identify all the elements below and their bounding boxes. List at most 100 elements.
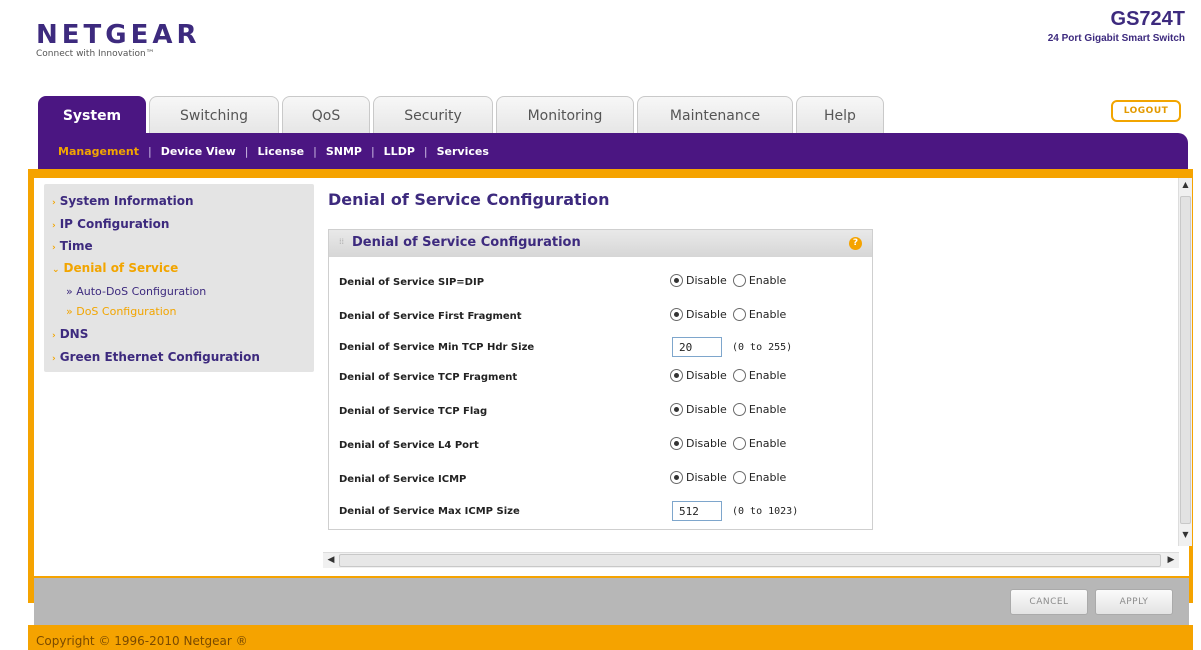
tab-monitoring[interactable]: Monitoring xyxy=(496,96,634,133)
radio-enable[interactable] xyxy=(732,308,746,321)
range-hint: (0 to 255) xyxy=(732,342,793,353)
sidebar-item-label: Time xyxy=(59,239,93,253)
model-name: GS724T xyxy=(1110,8,1185,30)
radio-enable-label: Enable xyxy=(748,369,787,382)
chevron-right-icon: › xyxy=(52,331,56,341)
horizontal-scrollbar[interactable]: ◀ ▶ xyxy=(323,552,1179,568)
logo-tagline: Connect with Innovation™ xyxy=(36,49,155,59)
sidebar-item-ip-configuration[interactable]: › IP Configuration xyxy=(52,217,169,231)
tab-switching[interactable]: Switching xyxy=(149,96,279,133)
radio-enable-label: Enable xyxy=(748,308,787,321)
logo-wordmark: NETGEAR xyxy=(36,20,201,50)
min-tcp-hdr-size-input[interactable] xyxy=(672,337,722,357)
radio-enable-label: Enable xyxy=(748,403,787,416)
radio-disable[interactable] xyxy=(670,403,683,416)
row-label: Denial of Service TCP Fragment xyxy=(339,372,518,383)
netgear-admin-window: NETGEAR Connect with Innovation™ GS724T … xyxy=(10,0,1193,650)
radio-enable[interactable] xyxy=(732,274,746,287)
sidebar-item-green-ethernet[interactable]: › Green Ethernet Configuration xyxy=(52,350,260,364)
help-icon[interactable]: ? xyxy=(849,237,862,250)
subnav-services[interactable]: Services xyxy=(437,145,489,158)
chevron-down-icon: ⌄ xyxy=(52,265,60,275)
dos-config-panel: ⁞⁞ Denial of Service Configuration ? Den… xyxy=(328,229,873,530)
row-label: Denial of Service TCP Flag xyxy=(339,406,488,417)
radio-group-icmp: Disable Enable xyxy=(670,471,792,484)
tab-qos[interactable]: QoS xyxy=(282,96,370,133)
tab-maintenance[interactable]: Maintenance xyxy=(637,96,793,133)
subnav-management[interactable]: Management xyxy=(58,145,139,158)
sidebar-item-label: System Information xyxy=(59,194,194,208)
subnav-license[interactable]: License xyxy=(257,145,304,158)
chevron-right-icon: › xyxy=(52,243,56,253)
scrollbar-thumb[interactable] xyxy=(1180,196,1191,524)
netgear-logo: NETGEAR Connect with Innovation™ xyxy=(36,20,201,59)
panel-title: Denial of Service Configuration xyxy=(352,235,581,250)
scroll-up-icon[interactable]: ▲ xyxy=(1179,180,1192,194)
subnav-separator: | xyxy=(244,144,249,158)
radio-enable[interactable] xyxy=(732,471,746,484)
radio-disable-label: Disable xyxy=(686,274,727,287)
sidebar-item-system-information[interactable]: › System Information xyxy=(52,194,194,208)
row-label: Denial of Service ICMP xyxy=(339,474,467,485)
radio-group-l4-port: Disable Enable xyxy=(670,437,792,450)
scroll-right-icon[interactable]: ▶ xyxy=(1164,554,1178,567)
sidebar-item-dns[interactable]: › DNS xyxy=(52,327,88,341)
radio-disable[interactable] xyxy=(670,471,683,484)
sidebar-subitem-auto-dos[interactable]: » Auto-DoS Configuration xyxy=(66,285,206,298)
sidebar-item-denial-of-service[interactable]: ⌄ Denial of Service xyxy=(52,261,178,275)
row-label: Denial of Service Max ICMP Size xyxy=(339,506,520,517)
scroll-left-icon[interactable]: ◀ xyxy=(324,554,338,567)
page-title: Denial of Service Configuration xyxy=(328,190,610,209)
radio-disable[interactable] xyxy=(670,369,683,382)
radio-enable-label: Enable xyxy=(748,274,787,287)
vertical-scrollbar[interactable]: ▲ ▼ xyxy=(1178,178,1192,546)
radio-disable-label: Disable xyxy=(686,471,727,484)
row-label: Denial of Service SIP=DIP xyxy=(339,277,485,288)
subnav-separator: | xyxy=(423,144,428,158)
radio-group-tcp-fragment: Disable Enable xyxy=(670,369,792,382)
subnav-separator: | xyxy=(313,144,317,158)
tab-system[interactable]: System xyxy=(38,96,146,133)
chevron-right-icon: › xyxy=(52,221,56,231)
scrollbar-thumb[interactable] xyxy=(339,554,1161,567)
radio-disable[interactable] xyxy=(670,274,683,287)
radio-enable[interactable] xyxy=(732,369,746,382)
subnav-lldp[interactable]: LLDP xyxy=(384,145,415,158)
max-icmp-size-input[interactable] xyxy=(672,501,722,521)
subnav-separator: | xyxy=(370,144,375,158)
sidebar-item-time[interactable]: › Time xyxy=(52,239,93,253)
radio-group-tcp-flag: Disable Enable xyxy=(670,403,792,416)
radio-disable[interactable] xyxy=(670,308,683,321)
sub-navigation: Management | Device View | License | SNM… xyxy=(38,133,1188,169)
radio-disable[interactable] xyxy=(670,437,683,450)
subnav-separator: | xyxy=(147,144,152,158)
row-label: Denial of Service Min TCP Hdr Size xyxy=(339,342,535,353)
logout-button[interactable]: LOGOUT xyxy=(1111,100,1181,122)
scroll-down-icon[interactable]: ▼ xyxy=(1179,530,1192,544)
radio-group-first-fragment: Disable Enable xyxy=(670,308,792,321)
row-label: Denial of Service First Fragment xyxy=(339,311,522,322)
subnav-snmp[interactable]: SNMP xyxy=(326,145,362,158)
radio-disable-label: Disable xyxy=(686,403,727,416)
model-description: 24 Port Gigabit Smart Switch xyxy=(1047,33,1185,44)
sidebar-item-label: Denial of Service xyxy=(63,261,179,275)
subnav-device-view[interactable]: Device View xyxy=(161,145,236,158)
radio-enable[interactable] xyxy=(732,437,746,450)
chevron-right-icon: › xyxy=(52,354,56,364)
sidebar-item-label: Green Ethernet Configuration xyxy=(59,350,260,364)
range-hint: (0 to 1023) xyxy=(732,506,799,517)
radio-disable-label: Disable xyxy=(686,308,727,321)
cancel-button[interactable]: CANCEL xyxy=(1010,589,1088,615)
radio-enable-label: Enable xyxy=(748,437,787,450)
radio-enable[interactable] xyxy=(732,403,746,416)
sidebar-subitem-dos-configuration[interactable]: » DoS Configuration xyxy=(66,305,177,318)
panel-header: ⁞⁞ Denial of Service Configuration ? xyxy=(329,230,872,257)
radio-disable-label: Disable xyxy=(686,369,727,382)
drag-grip-icon: ⁞⁞ xyxy=(339,237,345,246)
apply-button[interactable]: APPLY xyxy=(1095,589,1173,615)
sidebar-item-label: IP Configuration xyxy=(59,217,170,231)
tab-help[interactable]: Help xyxy=(796,96,884,133)
sidebar: › System Information › IP Configuration › T… xyxy=(44,184,314,372)
radio-enable-label: Enable xyxy=(748,471,787,484)
tab-security[interactable]: Security xyxy=(373,96,493,133)
